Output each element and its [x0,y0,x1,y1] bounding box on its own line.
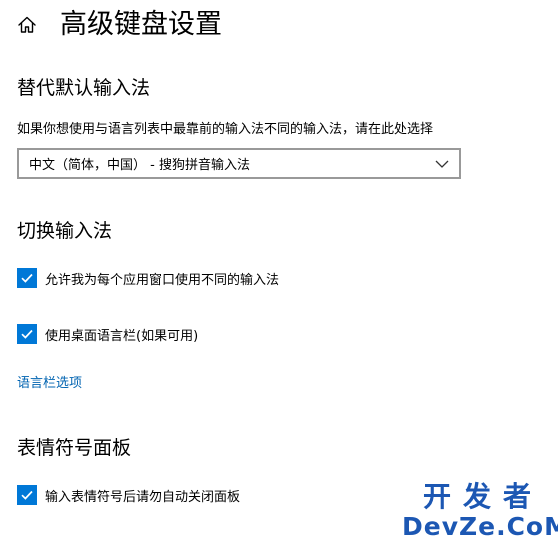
home-button[interactable] [13,11,41,39]
language-bar-options-link[interactable]: 语言栏选项 [17,374,82,394]
checkmark-icon [21,273,33,283]
switch-input-method-heading: 切换输入法 [17,220,113,242]
override-input-method-description: 如果你想使用与语言列表中最靠前的输入法不同的输入法，请在此处选择 [17,122,434,137]
select-value: 中文（简体，中国） - 搜狗拼音输入法 [29,158,250,173]
watermark-line2: DevZe.CoM [402,512,558,541]
per-app-input-method-checkbox[interactable] [17,268,37,288]
desktop-language-bar-label: 使用桌面语言栏(如果可用) [45,328,199,344]
emoji-panel-heading: 表情符号面板 [17,437,132,459]
emoji-panel-keep-open-label: 输入表情符号后请勿自动关闭面板 [45,489,241,505]
emoji-panel-keep-open-option[interactable]: 输入表情符号后请勿自动关闭面板 [17,485,240,505]
emoji-panel-keep-open-checkbox[interactable] [17,485,37,505]
chevron-down-icon [435,160,449,168]
desktop-language-bar-option[interactable]: 使用桌面语言栏(如果可用) [17,324,198,344]
checkmark-icon [21,490,33,500]
override-input-method-heading: 替代默认输入法 [17,77,151,99]
watermark-logo: 开发者 DevZe.CoM [402,481,558,541]
page-title: 高级键盘设置 [60,9,222,40]
checkmark-icon [21,329,33,339]
per-app-input-method-option[interactable]: 允许我为每个应用窗口使用不同的输入法 [17,268,279,288]
home-icon [18,16,36,33]
desktop-language-bar-checkbox[interactable] [17,324,37,344]
watermark-line1: 开发者 [422,480,543,513]
per-app-input-method-label: 允许我为每个应用窗口使用不同的输入法 [45,272,280,288]
default-input-method-select[interactable]: 中文（简体，中国） - 搜狗拼音输入法 [17,148,461,179]
